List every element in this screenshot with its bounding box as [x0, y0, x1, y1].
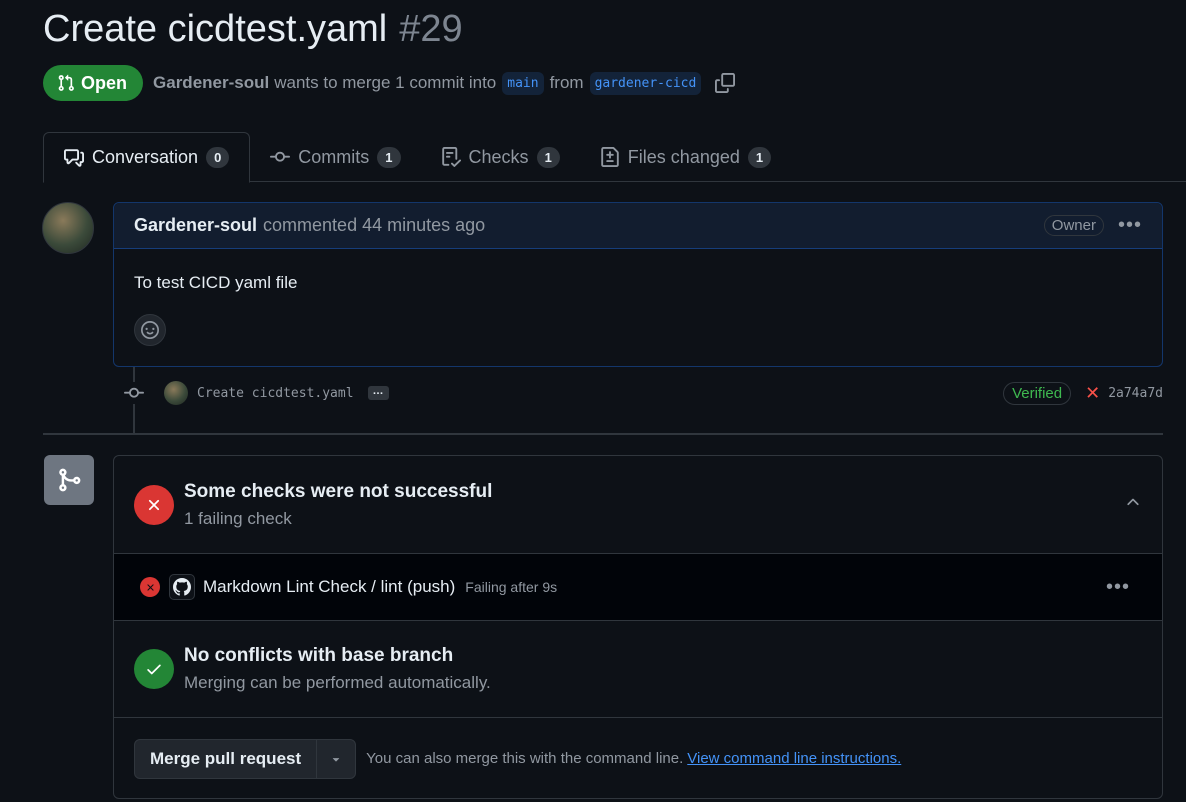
cli-instructions-link[interactable]: View command line instructions.	[687, 750, 901, 767]
pr-number: #29	[399, 8, 463, 50]
comment-header: Gardener-soul commented 44 minutes ago O…	[114, 203, 1162, 249]
kebab-menu-icon[interactable]: •••	[1106, 576, 1130, 599]
smiley-icon	[141, 321, 159, 339]
commit-row: Create cicdtest.yaml … Verified ✕ 2a74a7…	[123, 378, 1163, 408]
github-icon	[169, 574, 195, 600]
merge-text: wants to merge 1 commit into	[274, 73, 497, 92]
git-commit-icon	[123, 382, 145, 404]
avatar[interactable]	[42, 202, 94, 254]
comment-author-link[interactable]: Gardener-soul	[134, 215, 257, 236]
conflicts-title: No conflicts with base branch	[184, 645, 454, 666]
base-branch-label[interactable]: main	[502, 71, 544, 95]
add-reaction-button[interactable]	[134, 314, 166, 346]
x-circle-icon	[140, 577, 160, 597]
tab-label: Conversation	[92, 147, 199, 167]
comment-body: To test CICD yaml file	[134, 273, 298, 292]
tab-counter: 0	[206, 147, 230, 168]
tab-counter: 1	[377, 146, 401, 168]
pr-tabs: Conversation 0 Commits 1 Checks 1 Files …	[43, 132, 1186, 183]
open-state-badge: Open	[43, 65, 144, 101]
cli-hint-text: You can also merge this with the command…	[366, 750, 684, 767]
tab-label: Checks	[468, 146, 529, 167]
merge-box: Some checks were not successful 1 failin…	[113, 455, 1163, 799]
x-icon[interactable]: ✕	[1085, 383, 1100, 404]
tab-label: Commits	[298, 146, 370, 167]
checklist-icon	[441, 147, 461, 167]
tab-checks[interactable]: Checks 1	[421, 132, 580, 182]
comment-box: Gardener-soul commented 44 minutes ago O…	[113, 202, 1163, 367]
commit-expand-button[interactable]: …	[367, 386, 389, 400]
git-merge-icon	[44, 455, 94, 505]
git-pull-request-icon	[58, 74, 74, 91]
tab-files-changed[interactable]: Files changed 1	[580, 132, 791, 182]
x-circle-icon	[134, 484, 174, 525]
owner-badge: Owner	[1043, 215, 1104, 236]
merge-button-group: Merge pull request	[134, 738, 357, 779]
from-text: from	[549, 73, 584, 92]
pr-author-link[interactable]: Gardener-soul	[153, 73, 269, 93]
merge-pull-request-button[interactable]: Merge pull request	[135, 739, 318, 778]
check-circle-icon	[134, 649, 174, 689]
tab-conversation[interactable]: Conversation 0	[43, 132, 251, 183]
comment-discussion-icon	[64, 148, 84, 167]
pr-title: Create cicdtest.yaml	[43, 8, 388, 50]
file-diff-icon	[601, 147, 619, 167]
open-state-label: Open	[81, 72, 128, 93]
checks-summary: Some checks were not successful 1 failin…	[114, 456, 1162, 554]
conflicts-subtitle: Merging can be performed automatically.	[184, 673, 491, 692]
merge-actions: Merge pull request You can also merge th…	[114, 718, 1162, 798]
checks-subtitle: 1 failing check	[184, 508, 292, 528]
pr-state-row: Open Gardener-soul wants to merge 1 comm…	[43, 65, 736, 101]
verified-badge[interactable]: Verified	[1003, 381, 1072, 405]
chevron-up-icon[interactable]	[1124, 493, 1142, 516]
checks-title: Some checks were not successful	[184, 480, 493, 502]
timeline-divider	[43, 433, 1163, 435]
head-branch-label[interactable]: gardener-cicd	[589, 71, 702, 95]
tab-commits[interactable]: Commits 1	[250, 132, 420, 182]
tab-label: Files changed	[627, 146, 740, 167]
commit-author-avatar[interactable]	[164, 381, 188, 405]
git-commit-icon	[270, 151, 291, 162]
tab-counter: 1	[747, 146, 772, 168]
commit-message-link[interactable]: Create cicdtest.yaml	[197, 386, 354, 401]
pr-title-row: Create cicdtest.yaml #29	[43, 8, 463, 51]
conflicts-summary: No conflicts with base branch Merging ca…	[114, 621, 1162, 718]
merge-options-dropdown[interactable]	[317, 740, 355, 778]
tab-counter: 1	[536, 146, 560, 168]
check-name[interactable]: Markdown Lint Check / lint (push)	[203, 577, 455, 597]
comment-timestamp: commented 44 minutes ago	[263, 215, 486, 235]
check-row[interactable]: Markdown Lint Check / lint (push) Failin…	[114, 554, 1162, 621]
kebab-menu-icon[interactable]: •••	[1118, 214, 1142, 237]
triangle-down-icon	[332, 757, 340, 762]
copy-icon[interactable]	[715, 73, 736, 93]
commit-sha-link[interactable]: 2a74a7d	[1108, 386, 1163, 401]
check-status: Failing after 9s	[465, 579, 558, 595]
